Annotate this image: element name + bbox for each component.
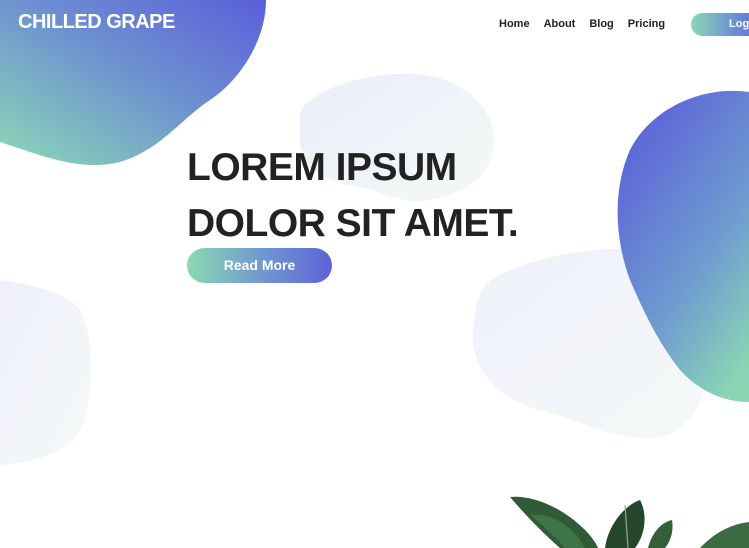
nav-item-home[interactable]: Home	[499, 18, 530, 30]
hero-title-line-1: LOREM IPSUM	[187, 146, 457, 189]
plant-leaf	[700, 522, 749, 548]
login-button[interactable]: Login	[691, 13, 749, 36]
pale-blob-left	[0, 280, 91, 465]
hero-title: LOREM IPSUM DOLOR SIT AMET.	[187, 140, 519, 252]
main-navigation: Home About Blog Pricing	[499, 18, 665, 30]
plant-leaves-image	[510, 496, 749, 548]
nav-item-pricing[interactable]: Pricing	[628, 18, 665, 30]
brand-logo[interactable]: CHILLED GRAPE	[18, 11, 175, 34]
hero-title-line-2: DOLOR SIT AMET.	[187, 202, 519, 245]
read-more-button[interactable]: Read More	[187, 248, 332, 283]
nav-item-blog[interactable]: Blog	[589, 18, 613, 30]
nav-item-about[interactable]: About	[544, 18, 576, 30]
background-decoration	[0, 0, 749, 548]
plant-leaf	[648, 520, 673, 548]
